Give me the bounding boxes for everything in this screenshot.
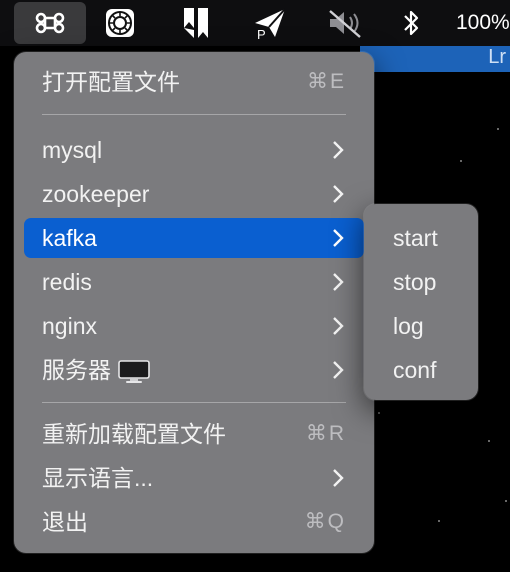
shortcut-label: ⌘R	[305, 422, 346, 445]
bluetooth-icon-glyph	[404, 10, 419, 36]
star	[497, 128, 499, 130]
menu-item-label: mysql	[42, 137, 103, 163]
chevron-right-icon	[332, 218, 344, 258]
menu-item-nginx[interactable]: nginx	[24, 306, 364, 346]
status-menu: 打开配置文件 ⌘E mysql zookeeper kafka redis ng…	[14, 52, 374, 553]
svg-text:P: P	[257, 27, 266, 41]
monitor-icon	[118, 360, 150, 383]
menu-item-zookeeper[interactable]: zookeeper	[24, 174, 364, 214]
shortcut-label: ⌘Q	[304, 510, 346, 533]
menu-item-label: 重新加载配置文件	[42, 421, 226, 447]
menu-item-display-language[interactable]: 显示语言...	[24, 458, 364, 498]
background-window-text: Lr	[488, 46, 506, 68]
menu-separator	[42, 402, 346, 403]
chevron-right-icon	[332, 306, 344, 346]
battery-percentage: 100%	[456, 11, 510, 34]
chevron-right-icon	[332, 262, 344, 302]
volume-muted-icon-glyph	[329, 10, 361, 38]
kafka-submenu: start stop log conf	[364, 204, 478, 400]
menu-item-label: nginx	[42, 313, 97, 339]
menu-item-quit[interactable]: 退出 ⌘Q	[24, 502, 364, 542]
menu-separator	[42, 114, 346, 115]
command-icon-glyph	[35, 12, 65, 34]
chevron-right-icon	[332, 130, 344, 170]
menu-item-kafka[interactable]: kafka	[24, 218, 364, 258]
submenu-item-stop[interactable]: stop	[364, 262, 478, 302]
dial-icon[interactable]	[100, 0, 140, 46]
menu-item-label: 打开配置文件	[42, 69, 180, 95]
paper-plane-icon-glyph: P	[255, 8, 286, 41]
paper-plane-icon[interactable]: P	[248, 0, 292, 46]
battery-indicator[interactable]: 100%	[456, 0, 510, 46]
shortcut-label: ⌘E	[306, 70, 346, 93]
command-icon[interactable]	[14, 2, 86, 44]
menu-item-label: zookeeper	[42, 181, 150, 207]
submenu-item-log[interactable]: log	[364, 306, 478, 346]
star	[438, 520, 440, 522]
menu-item-label: kafka	[42, 225, 97, 251]
chevron-right-icon	[332, 350, 344, 390]
desktop: Lr P 100% 打开配置文件 ⌘E mysql zookeeper kafk…	[0, 0, 510, 572]
bookmark-app-icon[interactable]	[176, 0, 216, 46]
menu-item-reload-config[interactable]: 重新加载配置文件 ⌘R	[24, 414, 364, 454]
star	[460, 160, 462, 162]
dial-icon-glyph	[106, 9, 134, 37]
menu-item-label: 显示语言...	[42, 465, 154, 491]
star	[488, 440, 490, 442]
menu-item-label: redis	[42, 269, 92, 295]
submenu-item-conf[interactable]: conf	[364, 350, 478, 390]
star	[378, 412, 380, 414]
bookmark-app-icon-glyph	[184, 8, 208, 38]
chevron-right-icon	[332, 458, 344, 498]
background-window-titlebar: Lr	[360, 46, 510, 72]
menu-item-label: 退出	[42, 509, 88, 535]
menu-item-redis[interactable]: redis	[24, 262, 364, 302]
bluetooth-icon[interactable]	[396, 0, 426, 46]
menu-item-open-config[interactable]: 打开配置文件 ⌘E	[24, 62, 364, 102]
submenu-item-start[interactable]: start	[364, 218, 478, 258]
menu-item-mysql[interactable]: mysql	[24, 130, 364, 170]
chevron-right-icon	[332, 174, 344, 214]
volume-muted-icon[interactable]	[324, 0, 368, 46]
star	[505, 500, 507, 502]
menu-item-servers[interactable]: 服务器	[24, 350, 364, 390]
menu-item-label-wrap: 服务器	[42, 350, 151, 390]
menu-bar: P 100%	[0, 0, 510, 46]
menu-item-label: 服务器	[42, 357, 111, 383]
